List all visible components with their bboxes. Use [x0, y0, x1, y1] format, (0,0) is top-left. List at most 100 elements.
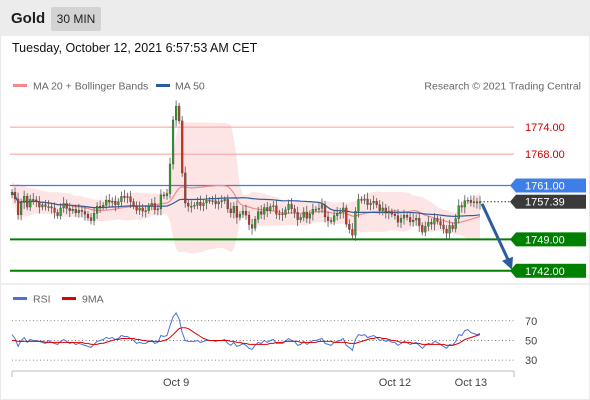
candle — [150, 203, 153, 207]
ma50-legend-swatch — [156, 84, 170, 87]
candle — [439, 221, 442, 226]
candle — [314, 209, 317, 211]
copyright-text: Research © 2021 Trading Central — [424, 81, 581, 93]
candle — [202, 202, 205, 206]
candle — [278, 213, 281, 215]
candle — [16, 198, 20, 215]
candle — [135, 206, 138, 211]
rsi-line — [11, 311, 481, 352]
candle — [232, 206, 235, 214]
candle — [241, 210, 245, 215]
candle — [74, 209, 77, 214]
arrow-shaft — [480, 203, 511, 263]
last-level-tag-pointer — [510, 194, 516, 209]
candle — [56, 212, 59, 216]
candle — [293, 208, 296, 213]
rsi-panel: 70 50 30 RSI 9MA — [1, 283, 589, 367]
candle — [372, 201, 375, 204]
candle — [214, 200, 217, 205]
candle — [10, 192, 14, 196]
pivot-level-label: 1761.00 — [525, 181, 565, 193]
candle — [141, 207, 144, 212]
candle — [86, 214, 90, 218]
candle — [421, 225, 424, 233]
resistance-level-label: 1774.00 — [525, 122, 565, 134]
candle — [208, 200, 211, 202]
candle — [257, 211, 260, 220]
forecast-arrow — [480, 203, 513, 270]
candle — [159, 194, 163, 210]
candle — [35, 199, 38, 202]
resistance-level-label: 1768.00 — [525, 149, 565, 161]
x-tick-label: Oct 12 — [379, 377, 411, 389]
candle — [65, 203, 68, 209]
candle — [235, 206, 238, 218]
candle — [99, 206, 102, 208]
level-labels-layer: 1774.00 1768.00 1761.00 1757.39 1749.00 1742.… — [510, 122, 586, 278]
chart-area: 1774.00 1768.00 1761.00 1757.39 1749.00 1742.… — [1, 81, 589, 389]
candle — [399, 218, 403, 223]
candle — [138, 207, 141, 211]
candle — [360, 199, 363, 201]
candle — [433, 218, 436, 225]
candle — [247, 214, 251, 225]
candle — [381, 207, 384, 211]
candle — [196, 201, 199, 206]
candle — [71, 209, 74, 211]
candle — [405, 214, 409, 218]
candle — [184, 172, 187, 204]
candle — [238, 214, 242, 218]
rsi-legend-swatch — [13, 297, 27, 300]
candle — [375, 201, 378, 205]
candle — [320, 204, 324, 209]
candle — [454, 218, 457, 229]
candle — [117, 201, 120, 205]
support-level-tag-pointer — [510, 232, 516, 247]
candle — [105, 200, 108, 206]
candle — [171, 119, 175, 165]
candle — [284, 209, 287, 215]
candle — [102, 205, 105, 207]
candle — [299, 217, 302, 220]
candle — [111, 201, 114, 203]
candle — [83, 211, 87, 215]
candle — [342, 207, 345, 213]
last-level-label: 1757.39 — [525, 197, 565, 209]
candle — [175, 105, 178, 121]
candle — [181, 120, 184, 174]
candle — [96, 206, 99, 214]
candle — [26, 196, 29, 208]
candle — [275, 205, 278, 215]
candle — [348, 223, 351, 230]
candle — [390, 211, 393, 215]
support-level-label: 1742.00 — [525, 266, 565, 278]
candle — [223, 199, 226, 201]
candle — [89, 217, 93, 221]
candle — [13, 192, 17, 200]
candle — [205, 200, 208, 204]
candle — [108, 200, 111, 203]
candle — [451, 225, 454, 229]
candle — [412, 219, 415, 223]
candle — [269, 206, 272, 211]
candle — [29, 199, 32, 208]
candle — [302, 211, 305, 218]
rsi-9ma-legend-label: 9MA — [82, 294, 104, 306]
candle — [147, 206, 150, 211]
candle — [53, 207, 56, 213]
candle — [92, 213, 96, 221]
x-axis: Oct 9 Oct 12 Oct 13 — [11, 370, 515, 389]
candle — [333, 215, 336, 222]
candle — [478, 201, 482, 204]
candles-layer — [10, 100, 482, 241]
candle — [254, 219, 257, 229]
candle — [41, 204, 44, 208]
candle — [463, 200, 466, 208]
candle — [460, 205, 463, 208]
candle — [47, 206, 50, 208]
candle — [38, 201, 41, 208]
candle — [409, 217, 412, 223]
candle — [153, 203, 156, 210]
candle — [396, 215, 400, 223]
candle — [393, 214, 397, 216]
